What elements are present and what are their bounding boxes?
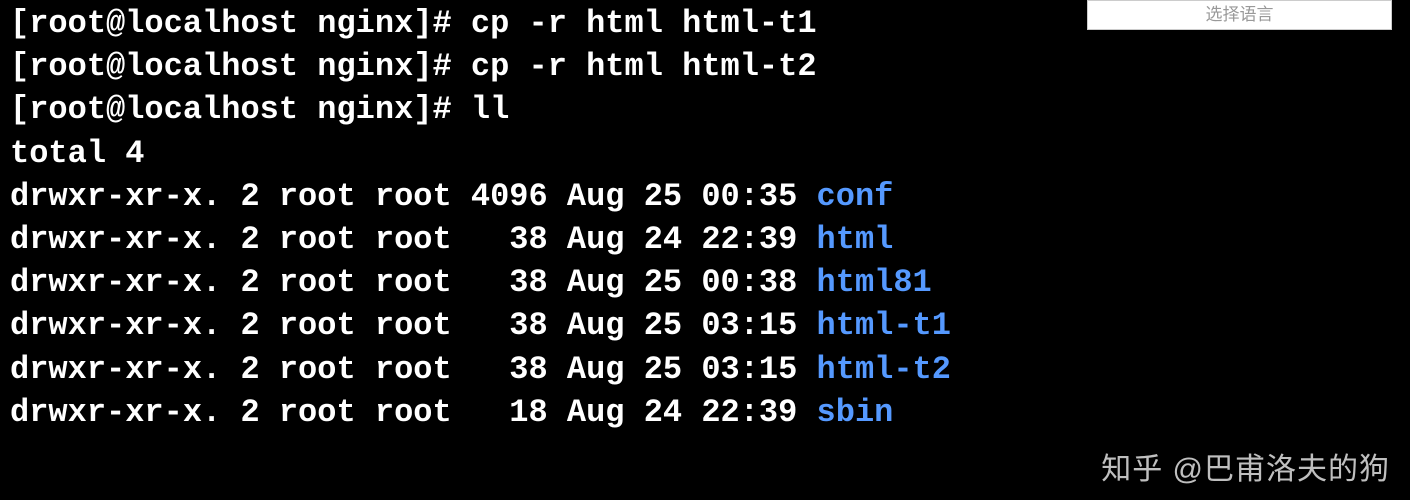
command-text: cp -r html html-t1 (471, 5, 817, 42)
listing-row-meta: drwxr-xr-x. 2 root root 38 Aug 24 22:39 (10, 221, 817, 258)
command-line: [root@localhost nginx]# cp -r html html-… (10, 45, 1410, 88)
listing-row-meta: drwxr-xr-x. 2 root root 38 Aug 25 00:38 (10, 264, 817, 301)
language-dropdown[interactable]: 选择语言 (1087, 0, 1392, 30)
listing-row-meta: drwxr-xr-x. 2 root root 4096 Aug 25 00:3… (10, 178, 817, 215)
listing-row-meta: drwxr-xr-x. 2 root root 18 Aug 24 22:39 (10, 394, 817, 431)
command-line: [root@localhost nginx]# ll (10, 88, 1410, 131)
listing-row: drwxr-xr-x. 2 root root 4096 Aug 25 00:3… (10, 175, 1410, 218)
terminal[interactable]: [root@localhost nginx]# cp -r html html-… (10, 0, 1410, 434)
listing-row-name: html81 (817, 264, 932, 301)
listing-row: drwxr-xr-x. 2 root root 38 Aug 24 22:39 … (10, 218, 1410, 261)
listing-row-name: conf (817, 178, 894, 215)
listing-row: drwxr-xr-x. 2 root root 38 Aug 25 00:38 … (10, 261, 1410, 304)
prompt: [root@localhost nginx]# (10, 5, 471, 42)
watermark: 知乎 @巴甫洛夫的狗 (1101, 450, 1390, 491)
listing-row-name: html-t1 (817, 307, 951, 344)
listing-total: total 4 (10, 132, 1410, 175)
listing-row-name: sbin (817, 394, 894, 431)
listing-row: drwxr-xr-x. 2 root root 38 Aug 25 03:15 … (10, 348, 1410, 391)
prompt: [root@localhost nginx]# (10, 91, 471, 128)
listing-row: drwxr-xr-x. 2 root root 18 Aug 24 22:39 … (10, 391, 1410, 434)
listing-row-name: html (817, 221, 894, 258)
command-text: ll (471, 91, 509, 128)
listing-row: drwxr-xr-x. 2 root root 38 Aug 25 03:15 … (10, 304, 1410, 347)
listing-row-name: html-t2 (817, 351, 951, 388)
command-text: cp -r html html-t2 (471, 48, 817, 85)
listing-row-meta: drwxr-xr-x. 2 root root 38 Aug 25 03:15 (10, 351, 817, 388)
listing-row-meta: drwxr-xr-x. 2 root root 38 Aug 25 03:15 (10, 307, 817, 344)
prompt: [root@localhost nginx]# (10, 48, 471, 85)
language-dropdown-label: 选择语言 (1206, 4, 1274, 27)
